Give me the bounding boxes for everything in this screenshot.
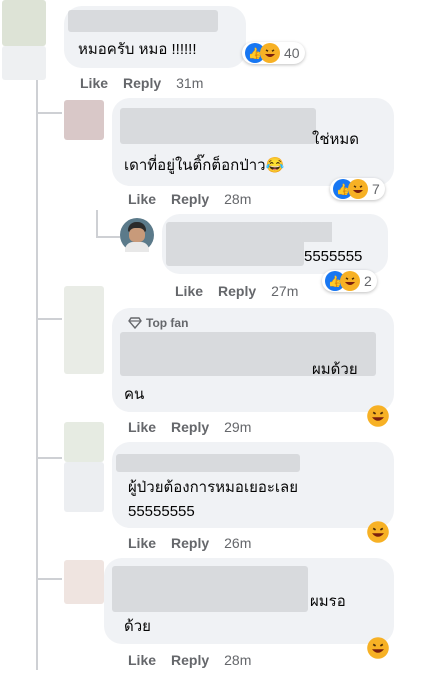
comment-bubble: ผู้ป่วยต้องการหมอเยอะเลย 55555555: [112, 442, 394, 528]
reply-button[interactable]: Reply: [171, 535, 209, 551]
timestamp[interactable]: 27m: [271, 283, 298, 299]
thread-line: [36, 112, 62, 114]
comment-actions: Like Reply 31m: [80, 75, 218, 91]
comment-text: ด้วย: [124, 618, 151, 635]
reaction-count: 7: [372, 181, 380, 197]
reply-button[interactable]: Reply: [123, 75, 161, 91]
haha-reaction-icon: [340, 271, 360, 291]
like-button[interactable]: Like: [175, 283, 203, 299]
commenter-name-redacted: [302, 222, 332, 242]
comment-bubble: ใช่หมด เดาที่อยู่ในติ๊กต็อกป่าว😂: [112, 98, 394, 186]
avatar[interactable]: [64, 286, 104, 374]
like-button[interactable]: Like: [128, 652, 156, 668]
comment-text: ผมด้วย: [312, 361, 358, 378]
comment-bubble: 5555555: [162, 214, 388, 274]
like-button[interactable]: Like: [80, 75, 108, 91]
avatar[interactable]: [2, 0, 46, 46]
diamond-icon: [128, 317, 142, 329]
thread-line: [36, 457, 62, 459]
comment-actions: Like Reply 29m: [128, 419, 266, 435]
comment-text: ใช่หมด: [312, 131, 360, 148]
commenter-name-redacted[interactable]: [68, 10, 218, 32]
comment-actions: Like Reply 28m: [128, 652, 266, 668]
commenter-name-redacted[interactable]: [120, 108, 316, 144]
timestamp[interactable]: 28m: [224, 191, 251, 207]
reaction-summary[interactable]: 👍 40: [242, 42, 305, 64]
comment-text: 5555555: [304, 248, 363, 265]
thread-line: [36, 318, 62, 320]
thread-line: [96, 236, 120, 238]
comment-actions: Like Reply 28m: [128, 191, 266, 207]
comment-bubble: Top fan ผมด้วย คน: [112, 308, 394, 412]
reply-button[interactable]: Reply: [171, 652, 209, 668]
haha-reaction-icon: [260, 43, 280, 63]
comment-bubble: ผมรอ ด้วย: [104, 558, 394, 644]
avatar: [2, 46, 46, 80]
reply-button[interactable]: Reply: [171, 419, 209, 435]
top-fan-badge[interactable]: Top fan: [128, 316, 188, 330]
avatar: [64, 462, 104, 512]
timestamp[interactable]: 26m: [224, 535, 251, 551]
reaction-count: 2: [364, 273, 372, 289]
avatar[interactable]: [64, 560, 104, 604]
haha-reaction-icon[interactable]: [366, 636, 390, 665]
comment-text: 55555555: [128, 503, 195, 520]
commenter-name-redacted[interactable]: [166, 222, 304, 266]
comment-actions: Like Reply 26m: [128, 535, 266, 551]
commenter-name-redacted[interactable]: [116, 454, 300, 472]
commenter-name-redacted[interactable]: [112, 566, 308, 612]
like-button[interactable]: Like: [128, 419, 156, 435]
timestamp[interactable]: 29m: [224, 419, 251, 435]
comment-actions: Like Reply 27m: [175, 283, 313, 299]
like-button[interactable]: Like: [128, 535, 156, 551]
avatar[interactable]: [120, 218, 154, 252]
like-button[interactable]: Like: [128, 191, 156, 207]
comment-bubble: หมอครับ หมอ !!!!!!: [64, 6, 246, 68]
thread-line: [96, 210, 98, 238]
haha-reaction-icon[interactable]: [366, 404, 390, 433]
avatar[interactable]: [64, 100, 104, 140]
haha-reaction-icon: [348, 179, 368, 199]
comment-text: เดาที่อยู่ในติ๊กต็อกป่าว😂: [124, 157, 285, 174]
comment-text: ผมรอ: [310, 593, 346, 610]
top-fan-label: Top fan: [146, 316, 189, 330]
reply-button[interactable]: Reply: [171, 191, 209, 207]
haha-reaction-icon[interactable]: [366, 520, 390, 549]
comment-text: คน: [124, 386, 145, 403]
thread-line: [36, 80, 38, 670]
reply-button[interactable]: Reply: [218, 283, 256, 299]
timestamp[interactable]: 28m: [224, 652, 251, 668]
avatar[interactable]: [64, 422, 104, 462]
reaction-count: 40: [284, 45, 300, 61]
timestamp[interactable]: 31m: [176, 75, 203, 91]
reaction-summary[interactable]: 👍 7: [330, 178, 385, 200]
thread-line: [36, 578, 62, 580]
comment-text: หมอครับ หมอ !!!!!!: [78, 41, 197, 58]
reaction-summary[interactable]: 👍 2: [322, 270, 377, 292]
comment-text: ผู้ป่วยต้องการหมอเยอะเลย: [128, 479, 299, 496]
